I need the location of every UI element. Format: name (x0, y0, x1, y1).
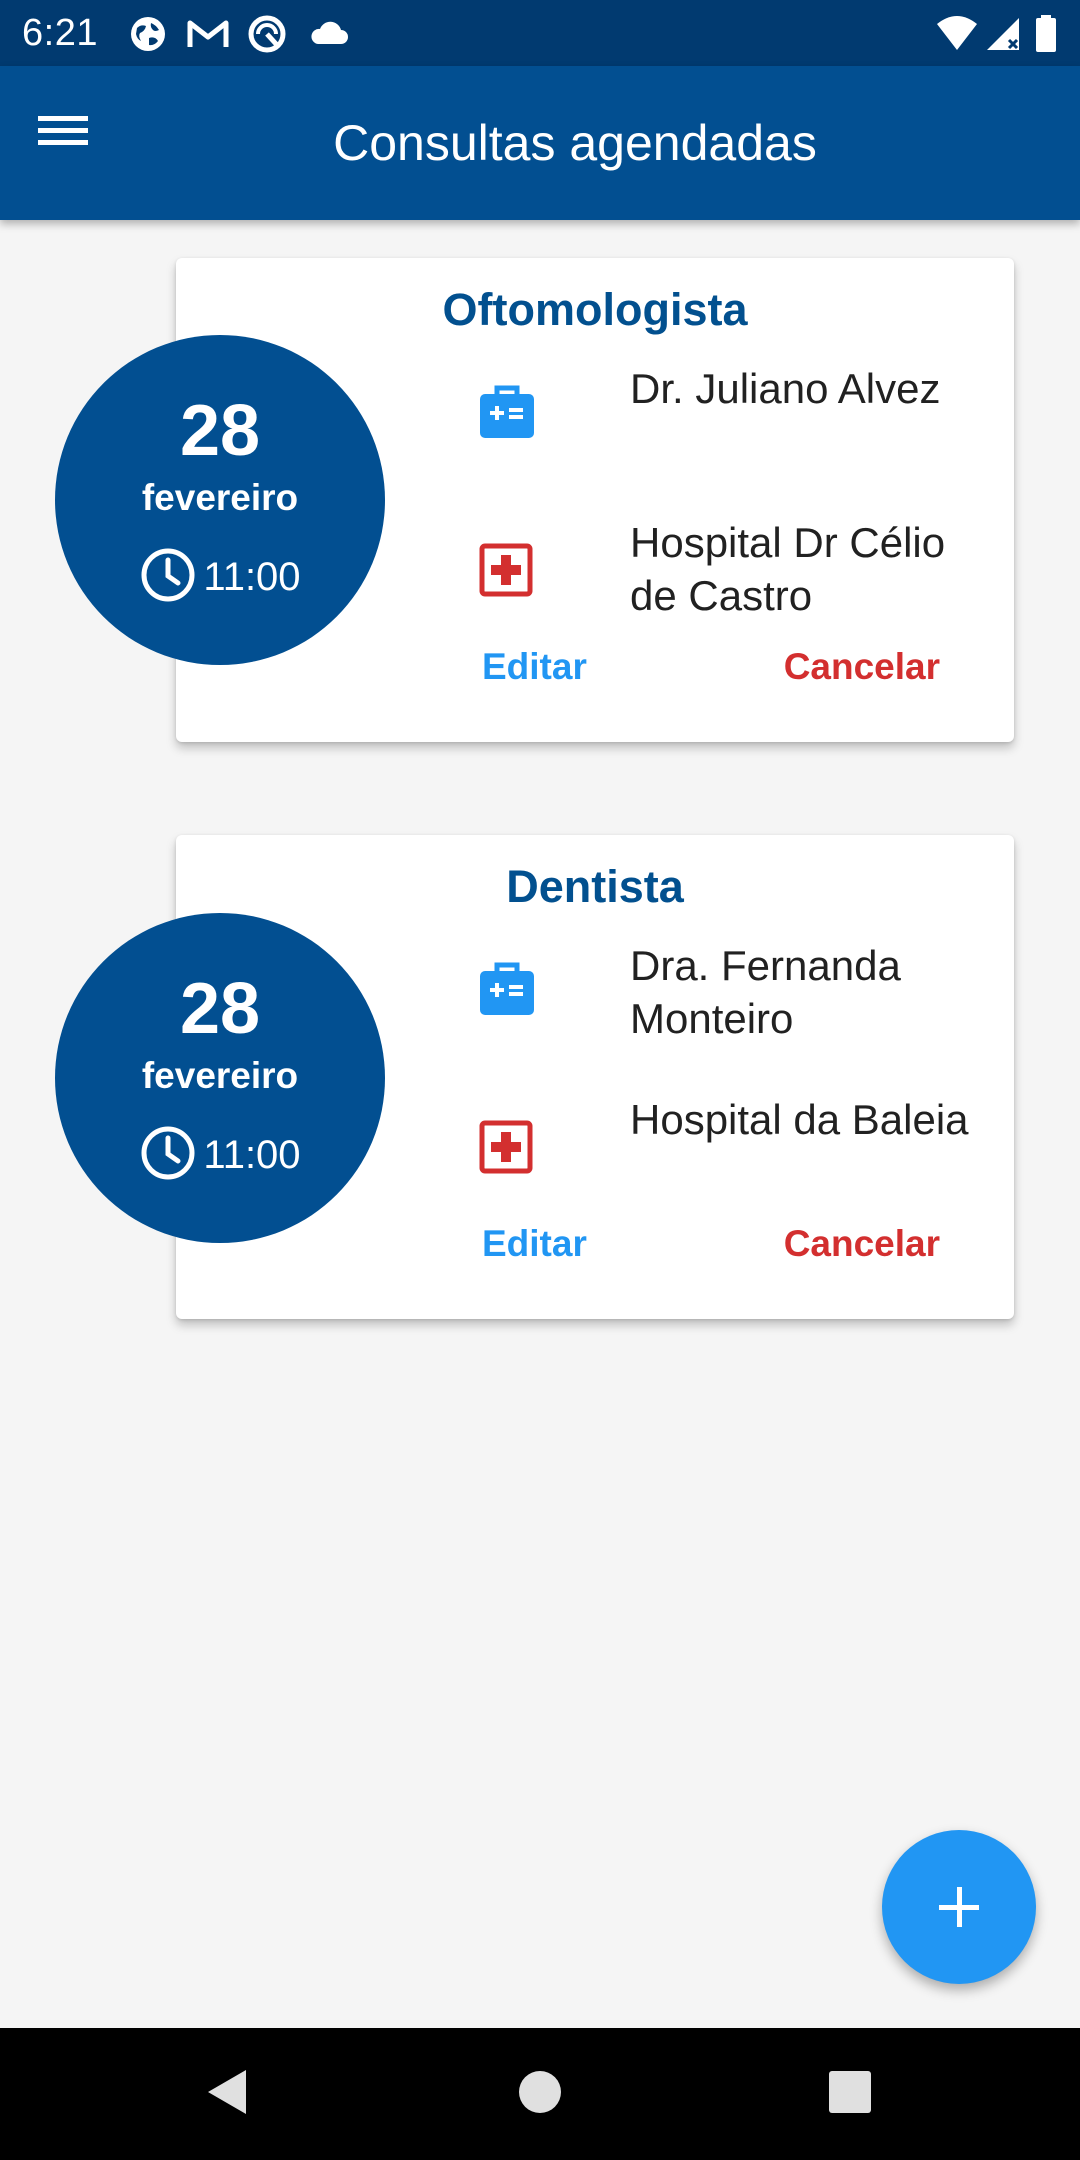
edit-button[interactable]: Editar (482, 1221, 587, 1267)
appointment-time: 11:00 (203, 555, 301, 599)
appointment-specialty: Dentista (506, 861, 684, 912)
clock-icon (139, 1124, 197, 1187)
clock-icon (139, 546, 197, 609)
globe-icon (128, 14, 168, 59)
hospital-name: Hospital Dr Célio de Castro (630, 519, 946, 619)
status-bar: 6:21 (0, 0, 1080, 66)
medical-kit-icon (478, 382, 536, 447)
cancel-button[interactable]: Cancelar (784, 1221, 940, 1267)
date-day: 28 (179, 969, 261, 1049)
cancel-button[interactable]: Cancelar (784, 644, 940, 690)
edit-button[interactable]: Editar (482, 644, 587, 690)
medical-kit-icon (478, 959, 536, 1024)
appointment-time: 11:00 (203, 1133, 301, 1177)
date-badge: 28 fevereiro 11:00 (55, 913, 385, 1243)
navigation-bar (0, 2028, 1080, 2160)
hospital-icon (478, 542, 534, 603)
page-title: Consultas agendadas (333, 115, 817, 171)
battery-icon (1034, 14, 1058, 59)
home-icon[interactable] (515, 2060, 565, 2129)
recents-icon[interactable] (827, 2060, 873, 2129)
hospital-icon (478, 1119, 534, 1180)
back-icon[interactable] (200, 2060, 254, 2129)
hospital-name: Hospital da Baleia (630, 1096, 969, 1143)
doctor-name: Dra. Fernanda Monteiro (630, 942, 901, 1042)
date-badge: 28 fevereiro 11:00 (55, 335, 385, 665)
doctor-name: Dr. Juliano Alvez (630, 365, 941, 412)
status-time: 6:21 (22, 12, 98, 54)
gmail-icon (186, 14, 230, 59)
wifi-icon (935, 14, 979, 59)
date-month: fevereiro (141, 1055, 299, 1096)
plus-icon (882, 1887, 1036, 1988)
app-bar: Consultas agendadas (0, 66, 1080, 220)
date-month: fevereiro (141, 477, 299, 518)
add-appointment-button[interactable] (882, 1830, 1036, 1984)
signal-icon (985, 14, 1025, 59)
cloud-icon (308, 14, 350, 59)
date-day: 28 (179, 391, 261, 471)
appointment-specialty: Oftomologista (442, 284, 748, 335)
app-icon (247, 14, 287, 59)
